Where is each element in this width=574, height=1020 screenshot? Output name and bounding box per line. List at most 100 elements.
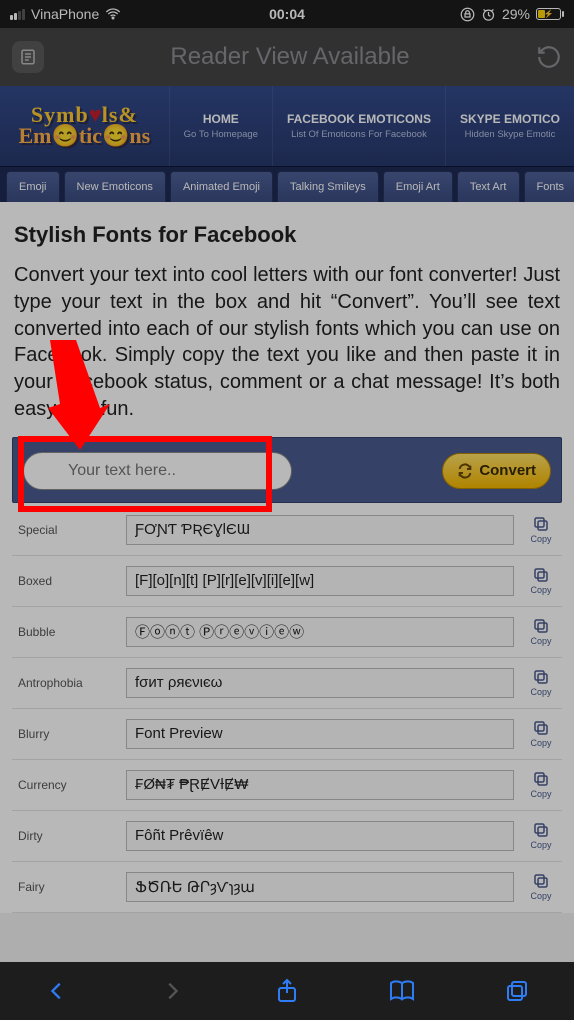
font-preview-cell xyxy=(120,759,520,810)
copy-icon xyxy=(532,719,550,737)
font-name-cell: Currency xyxy=(12,759,120,810)
copy-button[interactable]: Copy xyxy=(520,555,562,606)
page-title: Stylish Fonts for Facebook xyxy=(12,216,562,258)
ios-status-bar: VinaPhone 00:04 29% ⚡ xyxy=(0,0,574,28)
battery-icon: ⚡ xyxy=(536,8,564,20)
share-button[interactable] xyxy=(272,976,302,1006)
nav-home[interactable]: HOME Go To Homepage xyxy=(169,86,272,166)
copy-icon xyxy=(532,872,550,890)
page-description: Convert your text into cool letters with… xyxy=(12,258,562,433)
copy-icon xyxy=(532,617,550,635)
font-name-cell: Dirty xyxy=(12,810,120,861)
alarm-icon xyxy=(481,7,496,22)
font-preview-input[interactable] xyxy=(126,719,514,749)
reload-icon[interactable] xyxy=(536,44,562,70)
table-row: BlurryCopy xyxy=(12,708,562,759)
orientation-lock-icon xyxy=(460,7,475,22)
table-row: Bubble Copy xyxy=(12,606,562,657)
tab-emoji-label: Emoji xyxy=(19,181,47,193)
text-input[interactable] xyxy=(23,452,292,490)
tab-emoji[interactable]: Emoji xyxy=(6,171,60,202)
copy-button[interactable]: Copy xyxy=(520,861,562,912)
font-preview-cell xyxy=(120,708,520,759)
copy-button[interactable]: Copy xyxy=(520,810,562,861)
copy-icon xyxy=(532,515,550,533)
tab-new-emoticons[interactable]: New Emoticons xyxy=(64,171,166,202)
tab-animated-emoji[interactable]: Animated Emoji xyxy=(170,171,273,202)
battery-percent: 29% xyxy=(502,6,530,22)
chevron-left-icon xyxy=(46,980,68,1002)
font-preview-cell xyxy=(120,810,520,861)
font-preview-input[interactable] xyxy=(126,668,514,698)
bookmarks-button[interactable] xyxy=(387,976,417,1006)
tab-talk-label: Talking Smileys xyxy=(290,181,366,193)
tab-art-label: Emoji Art xyxy=(396,181,440,193)
nav-home-sub: Go To Homepage xyxy=(184,129,258,140)
copy-icon xyxy=(532,821,550,839)
font-preview-input[interactable] xyxy=(126,566,514,596)
copy-label: Copy xyxy=(530,636,551,646)
forward-button[interactable] xyxy=(157,976,187,1006)
copy-label: Copy xyxy=(530,789,551,799)
copy-icon xyxy=(532,566,550,584)
copy-button[interactable]: Copy xyxy=(520,606,562,657)
tab-textart-label: Text Art xyxy=(470,181,507,193)
carrier-label: VinaPhone xyxy=(31,6,99,22)
reader-mode-button[interactable] xyxy=(12,41,44,73)
copy-label: Copy xyxy=(530,687,551,697)
font-preview-cell xyxy=(120,505,520,556)
web-page: Symb♥ls& Em😊tic😊ns HOME Go To Homepage F… xyxy=(0,86,574,913)
tab-text-art[interactable]: Text Art xyxy=(457,171,520,202)
copy-button[interactable]: Copy xyxy=(520,708,562,759)
nav-skype-emoticons[interactable]: SKYPE EMOTICO Hidden Skype Emotic xyxy=(445,86,574,166)
font-name-cell: Antrophobia xyxy=(12,657,120,708)
copy-button[interactable]: Copy xyxy=(520,759,562,810)
copy-button[interactable]: Copy xyxy=(520,657,562,708)
font-preview-input[interactable] xyxy=(126,770,514,800)
tab-talking-smileys[interactable]: Talking Smileys xyxy=(277,171,379,202)
refresh-icon xyxy=(457,463,473,479)
font-name-cell: Fairy xyxy=(12,861,120,912)
tabs-icon xyxy=(505,979,529,1003)
book-icon xyxy=(389,980,415,1002)
font-preview-cell xyxy=(120,657,520,708)
reader-available-label: Reader View Available xyxy=(54,43,526,71)
chevron-right-icon xyxy=(161,980,183,1002)
table-row: Fairy Copy xyxy=(12,861,562,912)
site-logo[interactable]: Symb♥ls& Em😊tic😊ns xyxy=(0,94,169,159)
copy-icon xyxy=(532,668,550,686)
font-converter-panel: Convert xyxy=(12,437,562,503)
share-icon xyxy=(275,978,299,1004)
safari-address-bar[interactable]: Reader View Available xyxy=(0,28,574,86)
site-header: Symb♥ls& Em😊tic😊ns HOME Go To Homepage F… xyxy=(0,86,574,166)
back-button[interactable] xyxy=(42,976,72,1006)
font-preview-table: SpecialCopyBoxed Copy Bubble Copy Antrophobi… xyxy=(12,505,562,913)
convert-button[interactable]: Convert xyxy=(442,453,551,489)
table-row: SpecialCopy xyxy=(12,505,562,556)
copy-button[interactable]: Copy xyxy=(520,505,562,556)
tab-anim-label: Animated Emoji xyxy=(183,181,260,193)
main-content: Stylish Fonts for Facebook Convert your … xyxy=(0,202,574,913)
clock: 00:04 xyxy=(269,6,305,22)
nav-fb-title: FACEBOOK EMOTICONS xyxy=(287,112,431,126)
tab-fonts[interactable]: Fonts xyxy=(524,171,574,202)
category-tab-bar: Emoji New Emoticons Animated Emoji Talki… xyxy=(0,166,574,202)
font-name-cell: Bubble xyxy=(12,606,120,657)
reader-icon xyxy=(19,48,37,66)
font-name-cell: Boxed xyxy=(12,555,120,606)
font-preview-input[interactable] xyxy=(126,872,514,902)
nav-facebook-emoticons[interactable]: FACEBOOK EMOTICONS List Of Emoticons For… xyxy=(272,86,445,166)
text-input-wrap xyxy=(23,452,432,490)
nav-home-title: HOME xyxy=(184,112,258,126)
font-preview-input[interactable] xyxy=(126,515,514,545)
copy-label: Copy xyxy=(530,534,551,544)
table-row: Boxed Copy xyxy=(12,555,562,606)
convert-label: Convert xyxy=(479,462,536,479)
safari-bottom-toolbar xyxy=(0,962,574,1020)
copy-label: Copy xyxy=(530,738,551,748)
font-preview-input[interactable] xyxy=(126,617,514,647)
copy-label: Copy xyxy=(530,585,551,595)
tabs-button[interactable] xyxy=(502,976,532,1006)
font-preview-input[interactable] xyxy=(126,821,514,851)
tab-emoji-art[interactable]: Emoji Art xyxy=(383,171,453,202)
